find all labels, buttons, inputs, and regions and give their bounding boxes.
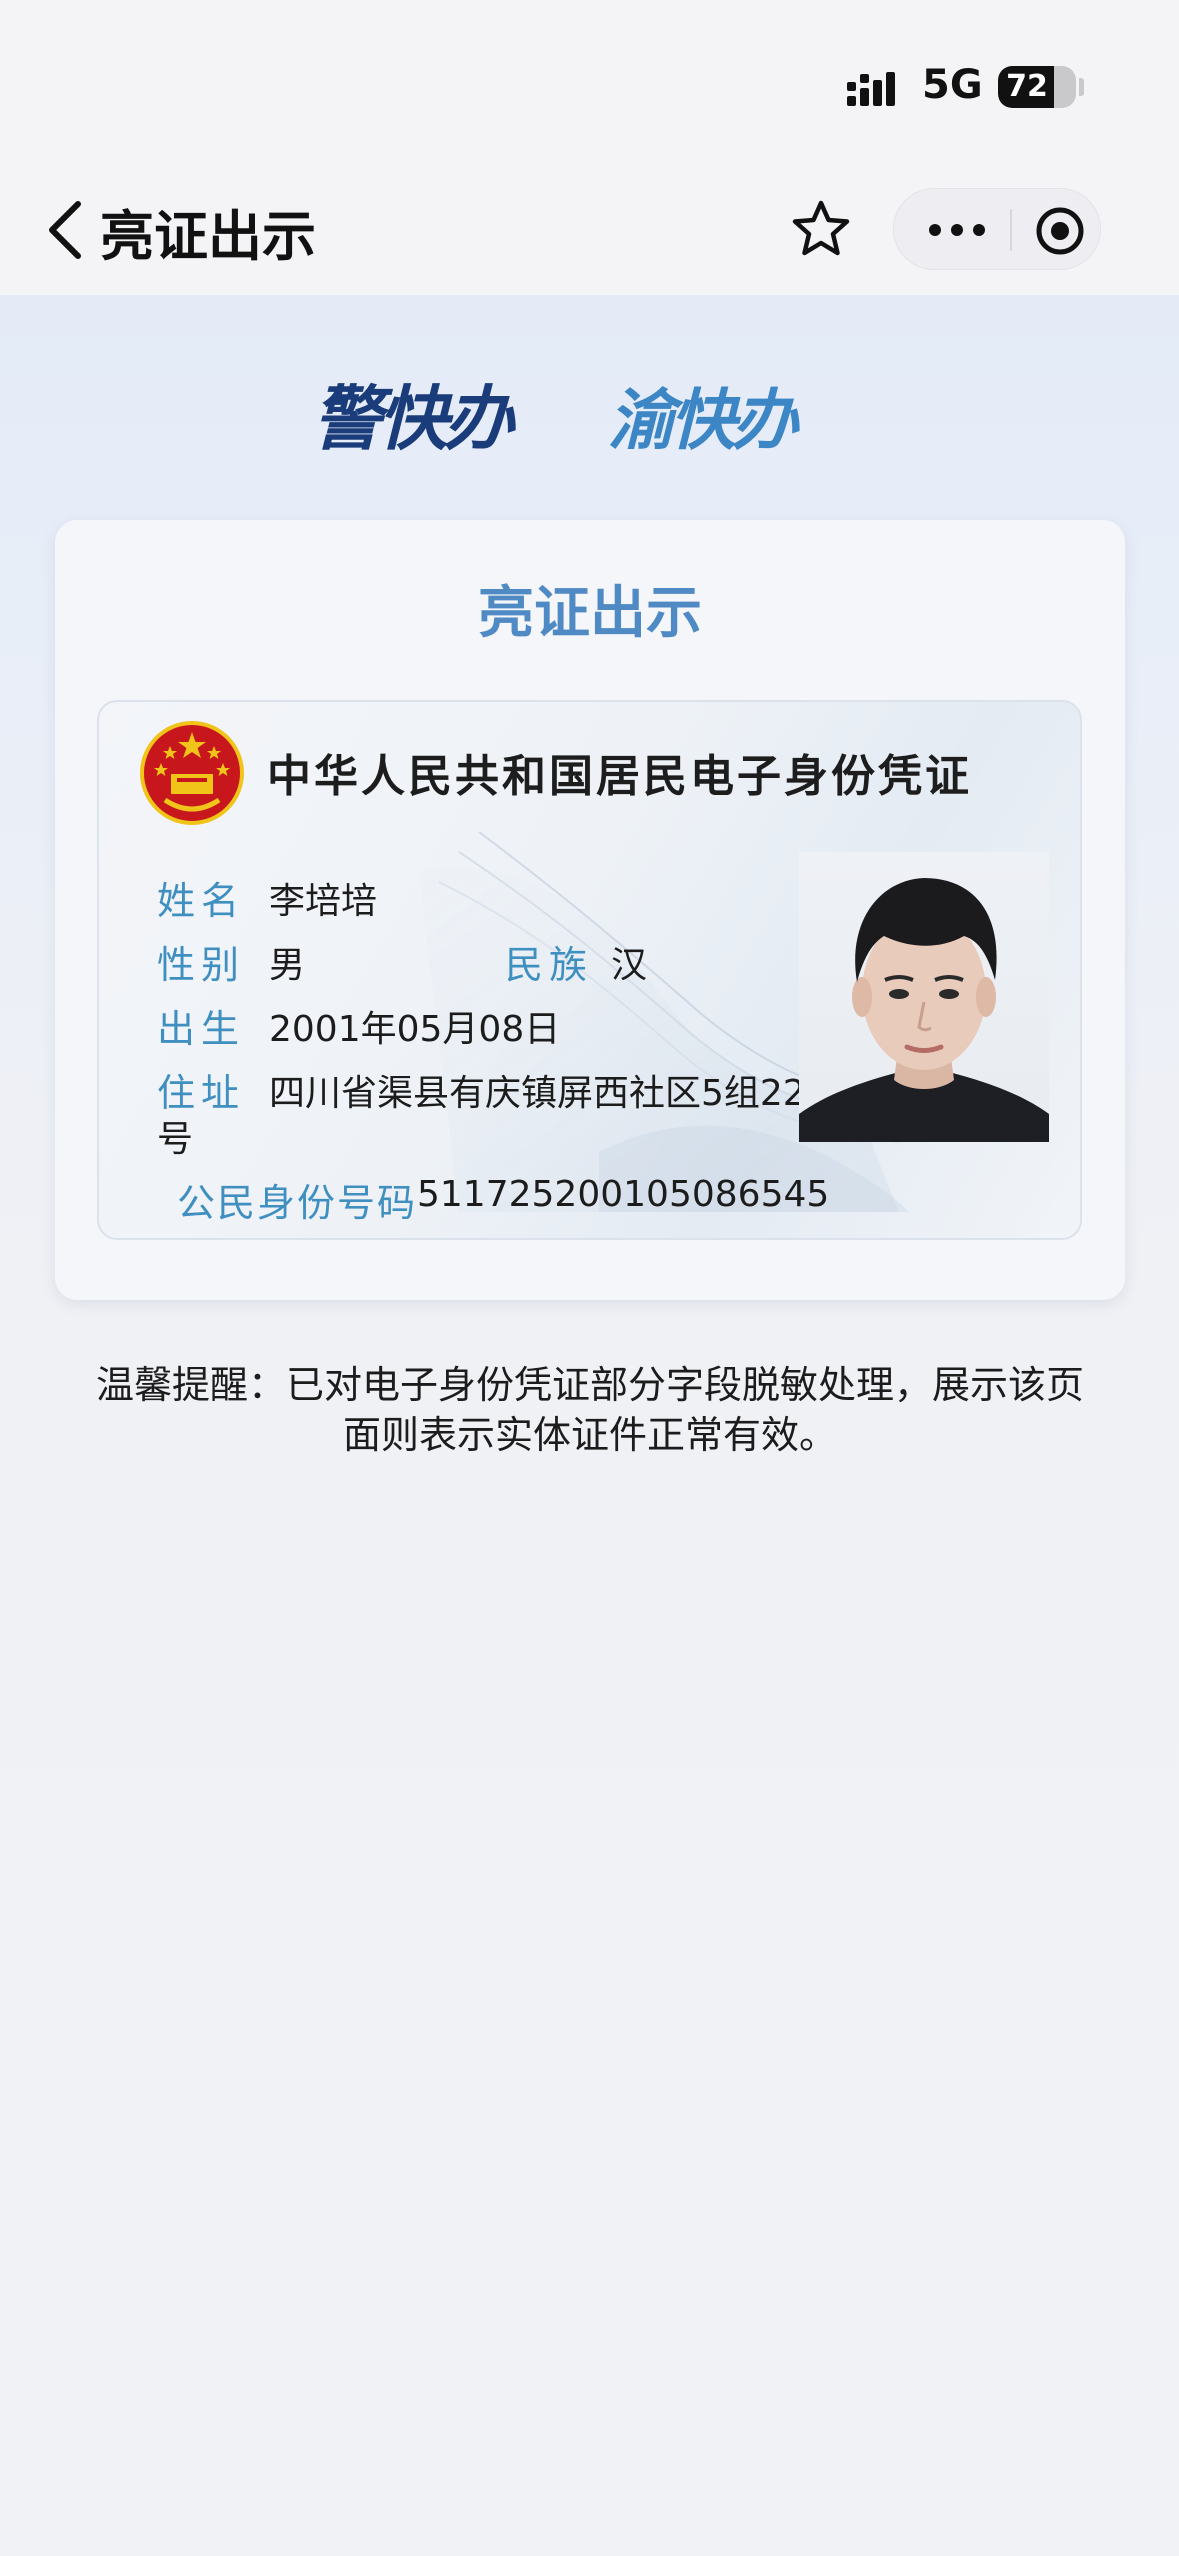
network-type: 5G [922,62,983,108]
id-number-label: 公民身份号码 [177,1181,418,1225]
logo-yukuaiban: 渝快办 [608,382,798,459]
capsule-divider [1010,209,1012,251]
star-icon[interactable] [790,198,852,260]
page: 5G 72 亮证出示 警快办 渝快办 亮证出示 中华人民共和国居民电子身份凭证 … [0,0,1179,2556]
reminder-line2: 面则表示实体证件正常有效。 [342,1413,837,1457]
id-card-title: 中华人民共和国居民电子身份凭证 [267,751,972,802]
brand-logos: 警快办 渝快办 [0,345,1179,465]
address-value-line1: 四川省渠县有庆镇屏西社区5组22 [269,1073,806,1114]
nav-bar: 亮证出示 [0,170,1179,295]
electronic-id-card: 中华人民共和国居民电子身份凭证 姓名 李培培 性别 男 民族 汉 出生 2001… [97,700,1082,1240]
national-emblem-icon [140,721,244,825]
sex-value: 男 [269,945,306,986]
mini-program-capsule [893,188,1101,270]
address-value-line2: 号 [157,1119,194,1160]
battery-cap [1079,78,1084,96]
status-bar: 5G 72 [0,0,1179,170]
target-icon[interactable] [1034,205,1086,257]
birth-label: 出生 [157,1007,246,1051]
ethnicity-label: 民族 [505,943,594,987]
sex-label: 性别 [157,943,246,987]
chevron-left-icon[interactable] [42,198,90,262]
id-number-value: 511725200105086545 [417,1174,830,1215]
privacy-reminder: 温馨提醒：已对电子身份凭证部分字段脱敏处理，展示该页 面则表示实体证件正常有效。 [80,1360,1100,1460]
portrait-photo [799,852,1049,1142]
more-dots-icon[interactable] [926,215,988,245]
page-title: 亮证出示 [100,205,316,268]
name-label: 姓名 [157,879,246,923]
address-label: 住址 [157,1071,246,1115]
portrait-image [799,878,1049,1142]
credential-card: 亮证出示 中华人民共和国居民电子身份凭证 姓名 李培培 性别 男 民族 汉 出生… [55,520,1125,1300]
battery-percent: 72 [1006,69,1048,104]
signal-icon [847,72,895,106]
card-title: 亮证出示 [478,581,702,646]
birth-value: 2001年05月08日 [269,1009,561,1050]
name-value: 李培培 [269,881,378,922]
logo-jingkuaiban: 警快办 [312,378,514,460]
battery-icon: 72 [998,66,1076,108]
reminder-line1: 温馨提醒：已对电子身份凭证部分字段脱敏处理，展示该页 [95,1363,1084,1407]
ethnicity-value: 汉 [611,945,648,986]
